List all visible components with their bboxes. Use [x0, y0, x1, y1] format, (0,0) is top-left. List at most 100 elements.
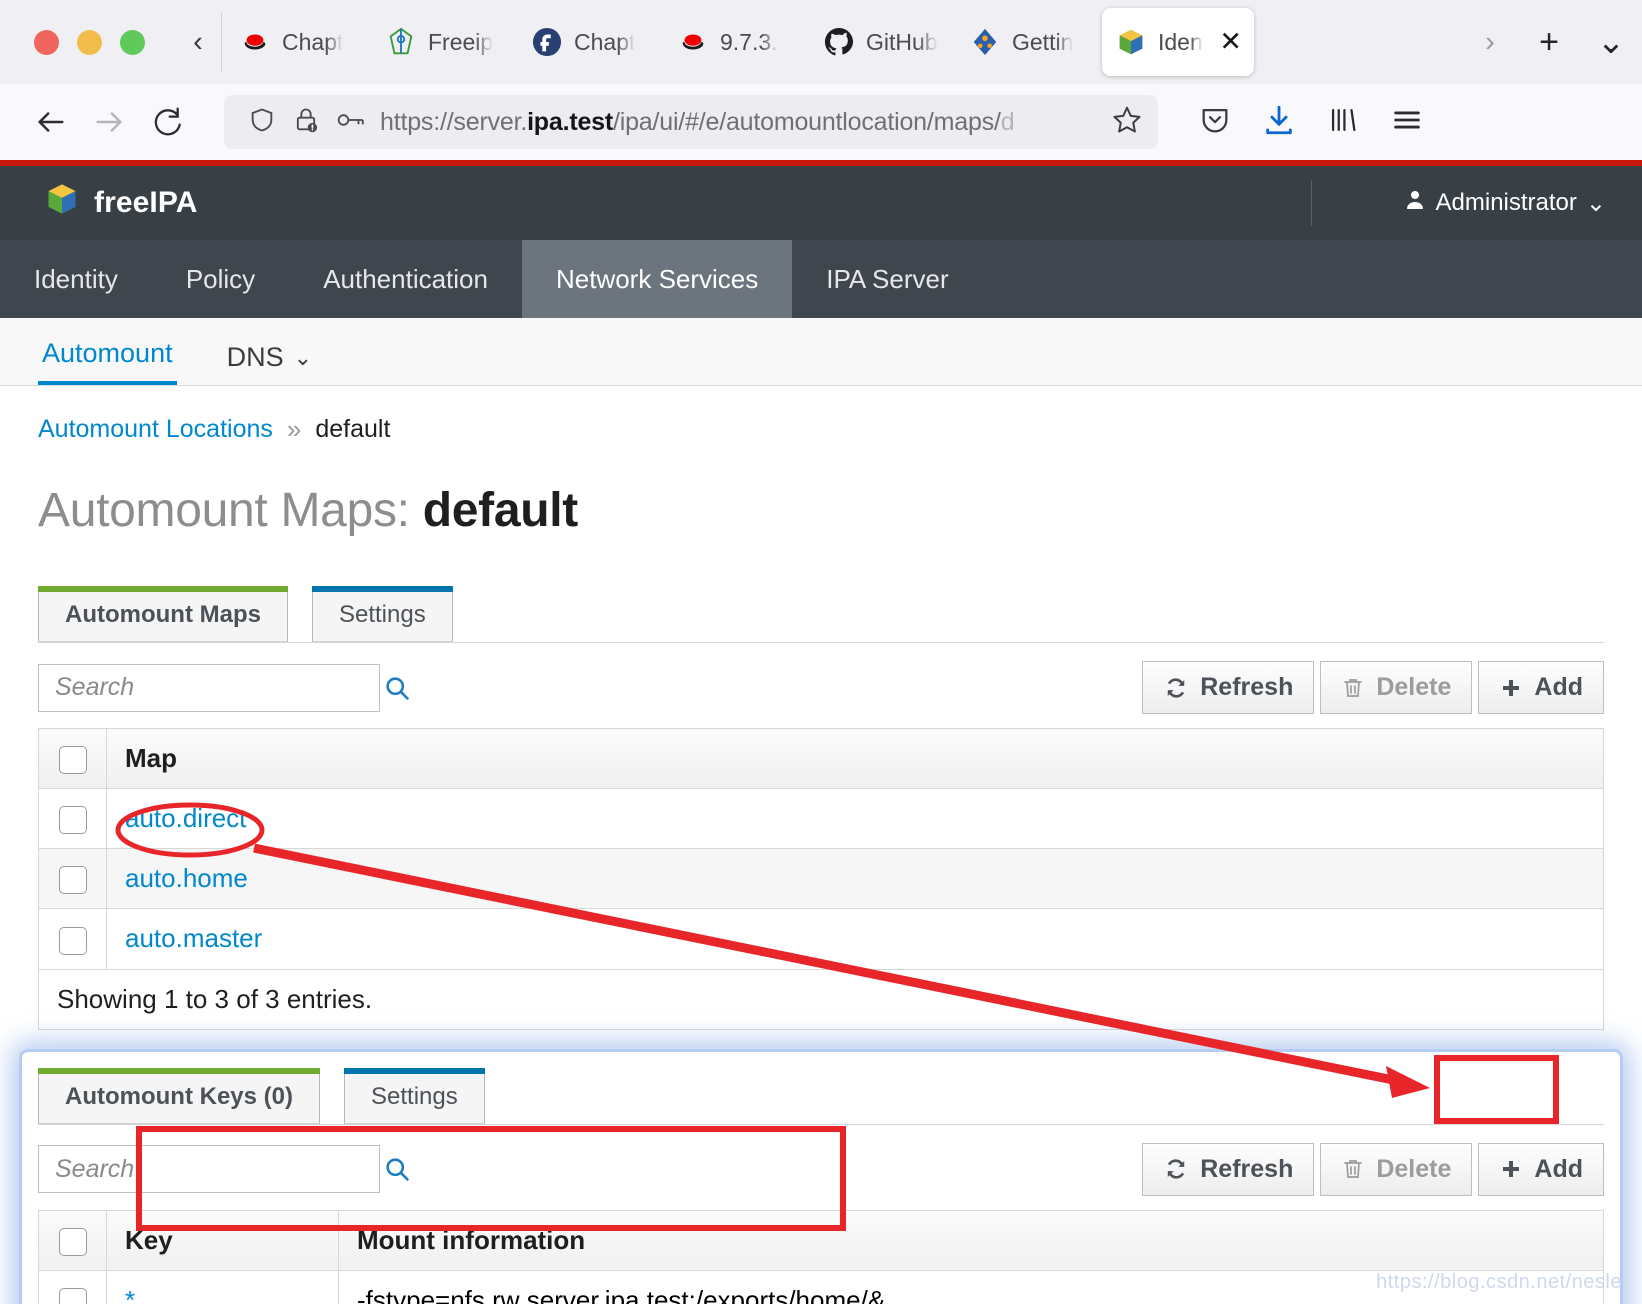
nav-item-policy[interactable]: Policy: [152, 240, 289, 318]
automount-maps-panel: Automount Maps Settings Refresh: [38, 586, 1604, 1030]
trash-icon: [1341, 1157, 1365, 1181]
browser-tab-active[interactable]: Iden ✕: [1102, 8, 1254, 76]
map-link-auto-direct[interactable]: auto.direct: [125, 803, 246, 833]
keys-toolbar: Refresh Delete Add: [38, 1125, 1604, 1210]
row-select-cell[interactable]: [38, 788, 107, 850]
tab-maps-settings[interactable]: Settings: [311, 586, 453, 642]
row-select-cell[interactable]: [38, 848, 107, 910]
lock-warning-icon[interactable]: [292, 106, 320, 139]
row-checkbox[interactable]: [58, 866, 87, 895]
table-row[interactable]: auto.direct: [38, 788, 1604, 850]
map-link-auto-master[interactable]: auto.master: [125, 923, 262, 953]
browser-tab-2[interactable]: Freeip: [372, 8, 518, 76]
user-name: Administrator: [1435, 189, 1577, 216]
maps-refresh-button[interactable]: Refresh: [1142, 661, 1315, 714]
key-icon[interactable]: [336, 107, 366, 138]
page-title: Automount Maps: default: [38, 445, 1604, 538]
table-header-row: Map: [38, 727, 1604, 790]
browser-tab-6[interactable]: Gettin: [956, 8, 1102, 76]
tab-automount-maps[interactable]: Automount Maps: [38, 586, 288, 642]
select-all-header[interactable]: [38, 727, 107, 790]
subnav-item-automount[interactable]: Automount: [38, 338, 177, 385]
browser-tab-3[interactable]: Chapt: [518, 8, 664, 76]
select-all-checkbox[interactable]: [58, 1227, 87, 1256]
tab-automount-keys[interactable]: Automount Keys (0): [38, 1067, 320, 1124]
breadcrumb-parent-link[interactable]: Automount Locations: [38, 415, 273, 444]
maps-delete-button[interactable]: Delete: [1320, 661, 1473, 714]
nav-item-network-services[interactable]: Network Services: [521, 240, 793, 318]
minimize-window-button[interactable]: [77, 29, 102, 55]
table-header-row: Key Mount information: [38, 1209, 1604, 1271]
app-brand[interactable]: freeIPA: [0, 181, 198, 225]
automount-maps-table: Map auto.direct auto.home auto.master Sh…: [38, 727, 1604, 1030]
page-content: Automount Locations » default Automount …: [0, 386, 1642, 1304]
close-window-button[interactable]: [34, 29, 59, 55]
browser-tab-1[interactable]: Chapt: [226, 8, 372, 76]
nav-item-identity[interactable]: Identity: [0, 240, 152, 318]
browser-tab-5[interactable]: GitHub: [810, 8, 956, 76]
star-icon[interactable]: [1100, 104, 1142, 141]
row-select-cell[interactable]: [38, 908, 107, 970]
freeipa-cube-icon: [44, 181, 80, 225]
url-bar[interactable]: https://server.ipa.test/ipa/ui/#/e/autom…: [224, 95, 1158, 149]
keys-add-label: Add: [1534, 1154, 1583, 1183]
keys-delete-button[interactable]: Delete: [1320, 1142, 1473, 1196]
keys-add-button[interactable]: Add: [1478, 1142, 1604, 1196]
column-header-mount-information[interactable]: Mount information: [338, 1209, 1604, 1271]
key-link[interactable]: *: [125, 1285, 135, 1304]
subnav-item-label: Automount: [42, 338, 173, 368]
row-checkbox[interactable]: [58, 926, 87, 955]
nav-item-ipa-server[interactable]: IPA Server: [792, 240, 982, 318]
user-menu[interactable]: Administrator ⌄: [1403, 166, 1606, 240]
maps-search-input[interactable]: [53, 672, 383, 703]
maps-search-box[interactable]: [38, 663, 409, 712]
row-checkbox[interactable]: [58, 1287, 87, 1304]
table-row[interactable]: auto.home: [38, 848, 1604, 910]
library-icon[interactable]: [1326, 103, 1360, 142]
tab-list-chevron-down-icon[interactable]: ⌄: [1580, 22, 1642, 62]
keys-search-input[interactable]: [53, 1153, 383, 1185]
nav-item-authentication[interactable]: Authentication: [289, 240, 522, 318]
maximize-window-button[interactable]: [120, 29, 145, 55]
chevron-left-icon[interactable]: ‹: [175, 27, 221, 57]
column-header-key[interactable]: Key: [106, 1209, 339, 1271]
maps-add-button[interactable]: Add: [1478, 661, 1604, 714]
shield-icon[interactable]: [248, 106, 276, 139]
column-header-map[interactable]: Map: [106, 727, 1604, 790]
back-button[interactable]: [22, 93, 80, 151]
tab-keys-settings[interactable]: Settings: [344, 1067, 485, 1124]
maps-entries-summary: Showing 1 to 3 of 3 entries.: [38, 968, 1604, 1030]
map-cell: auto.master: [106, 908, 1604, 970]
select-all-checkbox[interactable]: [58, 746, 87, 775]
forward-button[interactable]: [80, 93, 138, 151]
keys-facet-tabs: Automount Keys (0) Settings: [38, 1067, 1604, 1124]
reload-button[interactable]: [138, 93, 196, 151]
download-icon[interactable]: [1262, 103, 1296, 142]
keys-action-buttons: Refresh Delete Add: [1142, 1142, 1604, 1196]
hamburger-menu-icon[interactable]: [1390, 103, 1424, 142]
table-footer-row: Showing 1 to 3 of 3 entries.: [38, 968, 1604, 1030]
refresh-icon: [1163, 1156, 1189, 1182]
browser-tab-4[interactable]: 9.7.3.: [664, 8, 810, 76]
url-text[interactable]: https://server.ipa.test/ipa/ui/#/e/autom…: [380, 108, 1100, 137]
pocket-icon[interactable]: [1198, 103, 1232, 142]
search-icon[interactable]: [383, 1155, 411, 1183]
keys-search-box[interactable]: [38, 1145, 409, 1193]
window-controls[interactable]: [18, 29, 175, 55]
browser-toolbar-right: [1176, 103, 1424, 142]
keys-refresh-button[interactable]: Refresh: [1142, 1142, 1315, 1196]
row-checkbox[interactable]: [58, 806, 87, 835]
automount-keys-panel: Automount Keys (0) Settings Refresh: [22, 1051, 1620, 1304]
map-link-auto-home[interactable]: auto.home: [125, 863, 248, 893]
chevron-right-icon[interactable]: ›: [1462, 26, 1518, 59]
maps-add-label: Add: [1534, 673, 1583, 701]
new-tab-button[interactable]: +: [1518, 23, 1580, 62]
row-select-cell[interactable]: [38, 1269, 107, 1304]
keys-refresh-label: Refresh: [1200, 1154, 1294, 1183]
search-icon[interactable]: [383, 674, 411, 702]
table-row[interactable]: * -fstype=nfs,rw server.ipa.test:/export…: [38, 1269, 1604, 1304]
close-icon[interactable]: ✕: [1219, 28, 1242, 56]
subnav-item-dns[interactable]: DNS ⌄: [223, 342, 316, 385]
select-all-header[interactable]: [38, 1209, 107, 1271]
table-row[interactable]: auto.master: [38, 908, 1604, 970]
